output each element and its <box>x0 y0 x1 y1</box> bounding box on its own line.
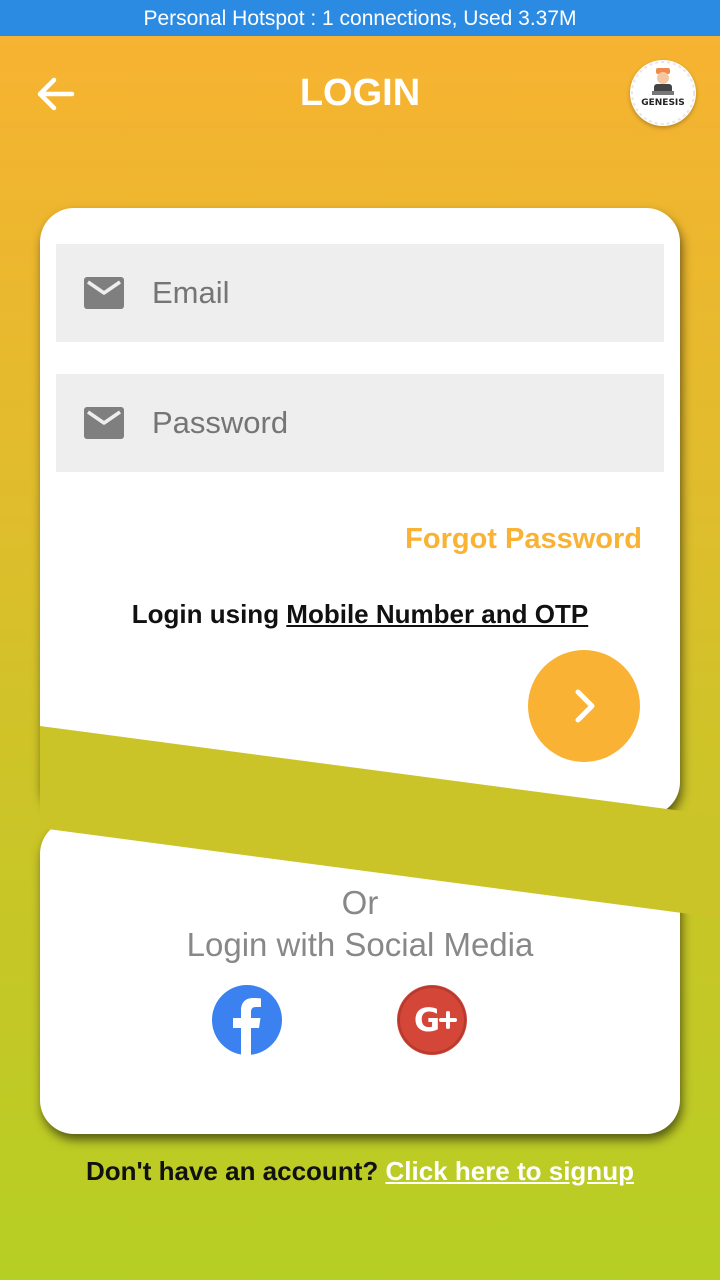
status-bar-text: Personal Hotspot : 1 connections, Used 3… <box>143 7 577 30</box>
svg-text:GENESIS: GENESIS <box>641 98 685 108</box>
google-plus-icon: G <box>397 985 467 1055</box>
facebook-login-button[interactable] <box>212 985 282 1055</box>
email-input[interactable] <box>152 244 642 342</box>
chevron-right-icon <box>575 689 595 723</box>
page-title: LOGIN <box>299 72 421 114</box>
google-plus-login-button[interactable]: G <box>397 985 467 1055</box>
forgot-password-link[interactable]: Forgot Password <box>405 518 642 560</box>
password-field <box>56 374 664 472</box>
otp-login-prefix: Login using <box>131 599 287 629</box>
signup-prompt: Don't have an account? <box>86 1156 386 1186</box>
svg-text:G: G <box>414 1001 440 1039</box>
otp-login-link[interactable]: Mobile Number and OTP <box>286 599 588 629</box>
otp-login-line: Login using Mobile Number and OTP <box>0 594 720 634</box>
facebook-icon <box>212 985 282 1055</box>
status-bar: Personal Hotspot : 1 connections, Used 3… <box>0 0 720 36</box>
social-login-card <box>40 820 680 1134</box>
email-field <box>56 244 664 342</box>
password-input[interactable] <box>152 374 642 472</box>
signup-line: Don't have an account? Click here to sig… <box>0 1152 720 1190</box>
mail-icon <box>84 407 124 439</box>
genesis-logo-image: GENESIS <box>631 61 695 125</box>
social-login-title: Login with Social Media <box>186 926 534 963</box>
mail-icon <box>84 277 124 309</box>
signup-link[interactable]: Click here to signup <box>385 1156 634 1186</box>
login-submit-button[interactable] <box>528 650 640 762</box>
or-label: Or <box>341 884 379 921</box>
genesis-logo: GENESIS <box>630 60 696 126</box>
